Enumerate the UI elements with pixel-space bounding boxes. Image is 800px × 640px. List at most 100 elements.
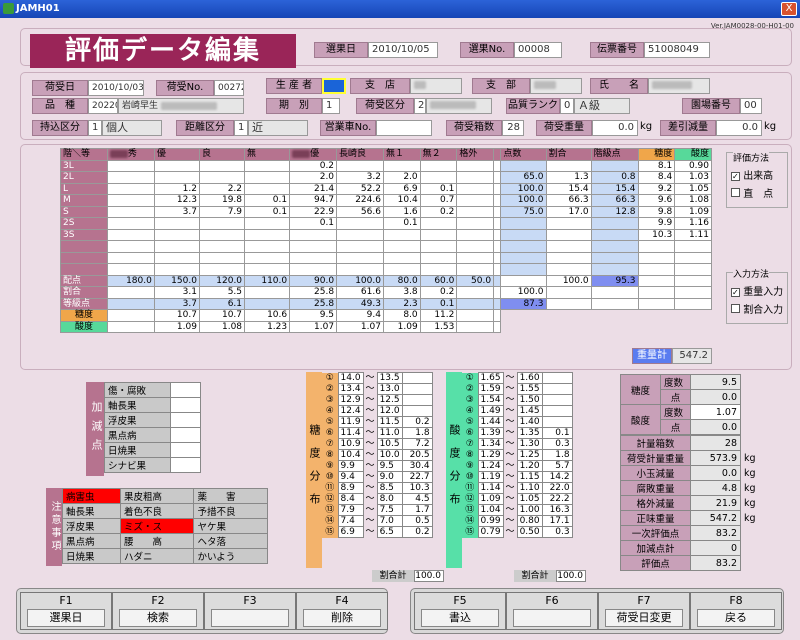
chui-item[interactable]: かいよう [193, 548, 268, 564]
juryo-field[interactable]: 0.0 [592, 120, 638, 136]
grid-cell[interactable]: 1.2 [153, 182, 200, 195]
grid-cell[interactable] [456, 194, 495, 207]
dist-value[interactable] [401, 383, 433, 395]
grid-cell[interactable] [198, 159, 246, 172]
grid-cell[interactable] [419, 251, 458, 264]
checkbox-icon[interactable] [731, 188, 740, 197]
grid-cell[interactable] [106, 228, 155, 241]
grid-cell[interactable] [336, 240, 384, 253]
grid-cell[interactable] [419, 171, 458, 184]
fkey-button[interactable]: 書込 [421, 609, 499, 627]
chui-item[interactable]: 病害虫 [62, 488, 121, 504]
dist-value[interactable]: 0.5 [401, 515, 433, 527]
hako-field[interactable]: 28 [502, 120, 524, 136]
grid-cell[interactable]: 56.6 [336, 205, 384, 218]
grid-cell[interactable] [198, 171, 246, 184]
grid-cell[interactable] [153, 251, 200, 264]
grid-cell[interactable] [106, 263, 155, 276]
dist-value[interactable] [541, 405, 573, 417]
dist-value[interactable]: 30.4 [401, 460, 433, 472]
grid-cell[interactable] [244, 228, 291, 241]
grid-cell[interactable]: 52.2 [336, 182, 384, 195]
grid-cell[interactable] [456, 159, 495, 172]
grid-cell[interactable] [244, 182, 291, 195]
grid-cell[interactable] [289, 263, 338, 276]
dist-value[interactable] [401, 394, 433, 406]
grid-cell[interactable] [198, 263, 246, 276]
grid-cell[interactable] [198, 228, 246, 241]
checkbox-icon[interactable]: ✓ [731, 288, 740, 297]
grid-cell[interactable] [198, 240, 246, 253]
grid-cell[interactable] [106, 171, 155, 184]
grid-cell[interactable] [336, 251, 384, 264]
grid-cell[interactable] [493, 251, 502, 264]
grid-cell[interactable] [106, 251, 155, 264]
grid-cell[interactable]: 2.0 [289, 171, 338, 184]
kagen-item-field[interactable] [170, 412, 201, 428]
grid-cell[interactable]: 0.2 [419, 205, 458, 218]
fkey-f5[interactable]: F5 書込 [414, 592, 506, 630]
fkey-button[interactable]: 荷受日変更 [605, 609, 683, 627]
chui-item[interactable]: 軸長果 [62, 503, 121, 519]
grid-cell[interactable] [419, 228, 458, 241]
grid-cell[interactable] [244, 217, 291, 230]
chui-item[interactable]: 薬 害 [193, 488, 268, 504]
grid-cell[interactable]: 22.9 [289, 205, 338, 218]
fkey-f8[interactable]: F8 戻る [690, 592, 782, 630]
fkey-f2[interactable]: F2 検索 [112, 592, 204, 630]
dist-value[interactable]: 10.3 [401, 482, 433, 494]
fkey-button[interactable] [211, 609, 289, 627]
grid-cell[interactable]: 1.6 [382, 205, 421, 218]
grid-cell[interactable] [456, 251, 495, 264]
grid-cell[interactable]: 0.1 [244, 205, 291, 218]
grid-cell[interactable] [244, 159, 291, 172]
dist-value[interactable]: 0.3 [541, 526, 573, 538]
close-button[interactable]: X [781, 2, 797, 16]
dist-value[interactable]: 0.1 [541, 427, 573, 439]
chui-item[interactable]: 黒点病 [62, 533, 121, 549]
grid-cell[interactable]: 3.7 [153, 205, 200, 218]
grid-cell[interactable] [153, 263, 200, 276]
grid-cell[interactable] [106, 217, 155, 230]
grid-cell[interactable] [336, 217, 384, 230]
grid-cell[interactable] [244, 240, 291, 253]
grid-cell[interactable]: 2.2 [198, 182, 246, 195]
grid-cell[interactable] [419, 217, 458, 230]
chui-item[interactable]: ハダニ [119, 548, 195, 564]
kyori-code-field[interactable]: 1 [234, 120, 248, 136]
checkbox-icon[interactable] [731, 304, 740, 313]
grid-cell[interactable] [456, 263, 495, 276]
grid-cell[interactable]: 0.1 [419, 182, 458, 195]
dist-value[interactable]: 20.5 [401, 449, 433, 461]
dist-value[interactable]: 0.3 [541, 438, 573, 450]
dist-value[interactable]: 5.7 [541, 460, 573, 472]
hinshu-code-field[interactable]: 20220 [88, 98, 118, 114]
grid-cell[interactable]: 0.7 [419, 194, 458, 207]
seisansha-field[interactable] [322, 78, 346, 94]
grid-cell[interactable] [153, 228, 200, 241]
grid-cell[interactable] [244, 263, 291, 276]
chui-item[interactable]: ヤケ果 [193, 518, 268, 534]
kagen-item-field[interactable] [170, 457, 201, 473]
fkey-button[interactable]: 選果日 [27, 609, 105, 627]
grid-cell[interactable]: 19.8 [198, 194, 246, 207]
grid-cell[interactable] [456, 171, 495, 184]
dist-value[interactable]: 16.3 [541, 504, 573, 516]
grid-cell[interactable] [493, 171, 502, 184]
dist-value[interactable]: 22.7 [401, 471, 433, 483]
fkey-button[interactable]: 削除 [303, 609, 381, 627]
grid-cell[interactable] [336, 159, 384, 172]
kagen-item-field[interactable] [170, 382, 201, 398]
grid-cell[interactable]: 21.4 [289, 182, 338, 195]
grid-cell[interactable] [419, 240, 458, 253]
chui-item[interactable]: ミズ・ス [119, 518, 195, 534]
mochikomi-code-field[interactable]: 1 [88, 120, 102, 136]
grid-cell[interactable] [106, 205, 155, 218]
grid-cell[interactable] [336, 228, 384, 241]
grid-cell[interactable] [153, 240, 200, 253]
grid-cell[interactable] [153, 217, 200, 230]
hinshitsu-code-field[interactable]: 0 [560, 98, 574, 114]
chui-item[interactable]: 着色不良 [119, 503, 195, 519]
grid-cell[interactable] [419, 263, 458, 276]
dist-value[interactable] [401, 405, 433, 417]
